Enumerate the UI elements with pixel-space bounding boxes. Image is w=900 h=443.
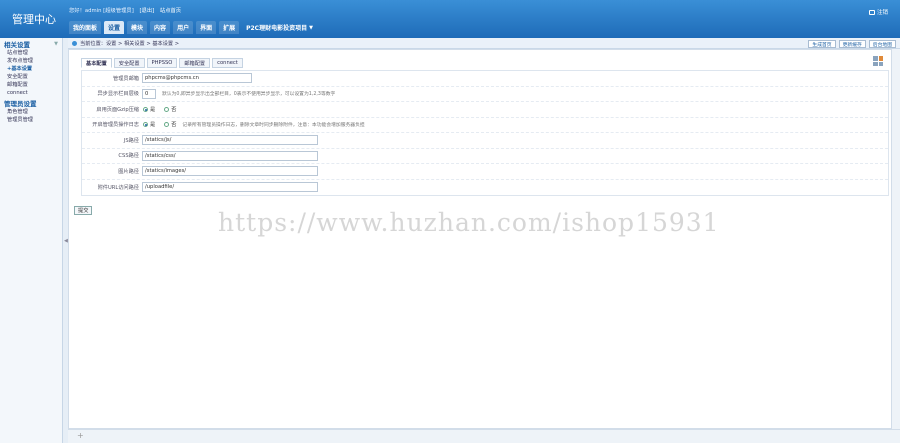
css-path-label: CSS路径 [118,153,139,160]
nav-project-label: P2C理财电影投资项目 [246,25,308,32]
gzip-yes-label: 是 [150,106,156,113]
upload-url-label: 附件URL访问路径 [97,184,139,191]
nav-content[interactable]: 内容 [150,21,171,34]
form-row-gzip: 启用页面Gzip压缩 是 否 [82,102,888,118]
settings-form: 管理员邮箱 phpcms@phpcms.cn 异步显示栏目层级 0 默认为0,即… [81,70,889,196]
top-header: 管理中心 您好！admin [超级管理员] [退出] 站点首页 我的面板 设置 … [0,0,900,38]
log-yes-label: 是 [150,122,156,129]
category-ajax-hint: 默认为0,即异步显示出全部栏目，0表示不使用异步显示，可以设置为1,2,3等数字 [162,92,336,98]
generate-homepage-button[interactable]: 生成首页 [808,40,836,48]
sidebar-item-roles[interactable]: 角色管理 [0,108,62,116]
greeting-text: 您好！admin [超级管理员] [69,8,134,14]
breadcrumb-bar: 当前位置：设置 > 相关设置 > 基本设置 > [68,38,900,49]
admin-email-label: 管理员邮箱 [113,75,139,82]
site-home-link[interactable]: 站点首页 [160,8,181,14]
sidebar-item-security[interactable]: 安全配置 [0,73,62,81]
form-row-category-ajax: 异步显示栏目层级 0 默认为0,即异步显示出全部栏目，0表示不使用异步显示，可以… [82,87,888,102]
sidebar: 相关设置 ▼ 站点管理 发布点管理 +基本设置 安全配置 邮箱配置 connec… [0,38,63,443]
chevron-down-icon: ▼ [54,40,58,47]
form-row-admin-email: 管理员邮箱 phpcms@phpcms.cn [82,71,888,87]
top-links: 您好！admin [超级管理员] [退出] 站点首页 [69,6,185,14]
chevron-down-icon: ▼ [309,24,313,31]
settings-panel: 基本配置 安全配置 PHPSSO 邮箱配置 connect 管理员邮箱 phpc… [68,49,892,429]
upload-url-input[interactable]: /uploadfile/ [142,182,318,193]
nav-users[interactable]: 用户 [173,21,194,34]
log-yes-radio[interactable] [143,122,148,128]
form-row-log: 开启管理员操作日志 是 否 记录所有管理员操作日志，删除文章时同步删除附件，注意… [82,118,888,133]
main-nav: 我的面板 设置 模块 内容 用户 界面 扩展 P2C理财电影投资项目 ▼ [69,21,317,34]
nav-modules[interactable]: 模块 [127,21,148,34]
log-label: 开启管理员操作日志 [92,122,139,129]
logout-button-label: 注销 [876,10,888,16]
logout-link[interactable]: [退出] [139,8,154,14]
gzip-no-label: 否 [171,106,177,113]
bottom-bar: + [68,429,900,443]
sidebar-item-site-management[interactable]: 站点管理 [0,49,62,57]
log-hint: 记录所有管理员操作日志，删除文章时同步删除附件，注意：本功能会增加服务器负担 [182,123,365,129]
breadcrumb: 当前位置：设置 > 相关设置 > 基本设置 > [80,40,180,47]
form-row-img-path: 图片路径 /statics/images/ [82,164,888,180]
category-ajax-input[interactable]: 0 [142,88,156,99]
nav-interface[interactable]: 界面 [196,21,217,34]
sidebar-group-admin-settings[interactable]: 管理员设置 [0,97,62,108]
brand-title: 管理中心 [12,13,56,26]
sidebar-item-publish-points[interactable]: 发布点管理 [0,57,62,65]
sidebar-group-related-settings[interactable]: 相关设置 ▼ [0,38,62,49]
add-icon[interactable]: + [77,431,84,440]
submit-button[interactable]: 提交 [74,206,93,215]
home-icon [72,40,77,46]
tab-phpsso[interactable]: PHPSSO [146,58,178,68]
sidebar-group-title: 管理员设置 [4,99,37,108]
tab-basic-config[interactable]: 基本配置 [81,58,112,68]
admin-email-input[interactable]: phpcms@phpcms.cn [142,73,252,84]
nav-extensions[interactable]: 扩展 [219,21,240,34]
gzip-yes-radio[interactable] [143,106,148,112]
tab-email-config[interactable]: 邮箱配置 [179,58,211,68]
nav-settings[interactable]: 设置 [104,21,125,34]
img-path-label: 图片路径 [118,168,139,175]
log-no-radio[interactable] [164,122,170,128]
form-row-js-path: JS路径 /statics/js/ [82,133,888,149]
tab-connect[interactable]: connect [212,58,243,68]
gzip-radio-group: 是 否 [142,106,176,113]
sidebar-item-basic-settings[interactable]: +基本设置 [0,65,62,73]
logout-button[interactable]: 注销 [868,8,888,16]
category-ajax-label: 异步显示栏目层级 [97,91,139,98]
sidebar-item-email[interactable]: 邮箱配置 [0,81,62,89]
sidebar-group-title: 相关设置 [4,40,30,49]
exit-icon [868,9,875,15]
gzip-no-radio[interactable] [164,106,170,112]
gzip-label: 启用页面Gzip压缩 [96,106,139,113]
sidebar-item-connect[interactable]: connect [0,89,62,97]
js-path-input[interactable]: /statics/js/ [142,135,318,146]
admin-map-button[interactable]: 后台地图 [868,40,896,48]
grid-view-icon[interactable] [873,56,883,66]
nav-project-dropdown[interactable]: P2C理财电影投资项目 ▼ [242,21,317,34]
css-path-input[interactable]: /statics/css/ [142,150,318,161]
quick-actions: 生成首页 更新缓存 后台地图 [808,40,896,48]
form-row-upload-url: 附件URL访问路径 /uploadfile/ [82,180,888,196]
sidebar-item-admins[interactable]: 管理员管理 [0,116,62,124]
watermark-text: https://www.huzhan.com/ishop15931 [218,208,720,237]
log-radio-group: 是 否 [142,121,176,128]
nav-my-panel[interactable]: 我的面板 [69,21,102,34]
log-no-label: 否 [171,122,177,129]
form-row-css-path: CSS路径 /statics/css/ [82,149,888,164]
update-cache-button[interactable]: 更新缓存 [838,40,866,48]
img-path-input[interactable]: /statics/images/ [142,166,318,177]
tab-security-config[interactable]: 安全配置 [113,58,145,68]
settings-tabs: 基本配置 安全配置 PHPSSO 邮箱配置 connect [81,58,243,68]
js-path-label: JS路径 [123,137,139,144]
